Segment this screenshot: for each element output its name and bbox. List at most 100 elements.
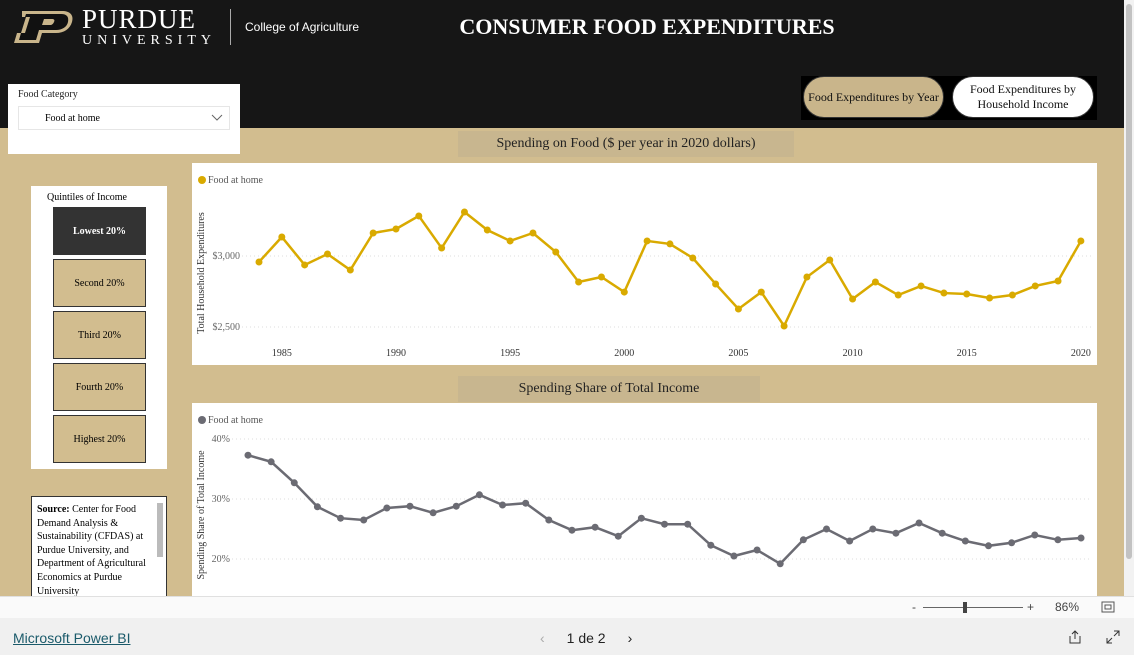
chevron-down-icon <box>211 114 223 121</box>
dropdown-value: Food at home <box>45 112 100 124</box>
source-note: Source: Center for Food Demand Analysis … <box>31 496 167 596</box>
x-tick-label: 1985 <box>272 348 292 359</box>
zoom-in-button[interactable]: + <box>1027 600 1034 614</box>
data-point <box>894 291 902 299</box>
data-point <box>643 237 651 245</box>
data-point <box>346 266 354 274</box>
share-icon[interactable] <box>1068 630 1082 644</box>
data-point <box>892 529 900 537</box>
x-tick-label: 2000 <box>614 348 634 359</box>
data-point <box>1077 237 1085 245</box>
legend-marker <box>198 416 206 424</box>
data-point <box>938 529 946 537</box>
source-label: Source: <box>37 504 70 515</box>
data-point <box>917 282 925 290</box>
quintile-fourth[interactable]: Fourth 20% <box>53 363 146 411</box>
food-category-dropdown[interactable]: Food at home <box>18 106 230 130</box>
data-point <box>826 256 834 264</box>
y-tick-label: 30% <box>212 494 230 505</box>
data-point <box>776 560 784 568</box>
data-point <box>597 273 605 281</box>
slicer-label: Food Category <box>18 89 78 100</box>
data-point <box>392 225 400 233</box>
chart2-title: Spending Share of Total Income <box>458 376 760 402</box>
x-tick-label: 1995 <box>500 348 520 359</box>
pager: ‹ 1 de 2 › <box>540 630 632 646</box>
next-page-icon[interactable]: › <box>628 630 633 646</box>
data-point <box>575 278 583 286</box>
zoom-level: 86% <box>1055 600 1080 614</box>
data-point <box>406 502 414 510</box>
source-text: Center for Food Demand Analysis & Sustai… <box>37 504 146 596</box>
data-point <box>799 536 807 544</box>
data-point <box>684 520 692 528</box>
fullscreen-icon[interactable] <box>1106 630 1120 644</box>
data-point <box>506 237 514 245</box>
series-line <box>247 453 1082 566</box>
by-year-button[interactable]: Food Expenditures by Year <box>803 76 944 118</box>
y-tick-label: $3,000 <box>213 251 241 262</box>
quintile-third[interactable]: Third 20% <box>53 311 146 359</box>
data-point <box>415 212 423 220</box>
data-point <box>383 504 391 512</box>
data-point <box>1008 539 1016 547</box>
data-point <box>499 501 507 509</box>
by-income-button[interactable]: Food Expenditures by Household Income <box>952 76 1094 118</box>
quintile-label: Quintiles of Income <box>47 192 127 203</box>
report-canvas: PURDUE UNIVERSITY College of Agriculture … <box>0 0 1124 596</box>
data-point <box>255 258 263 266</box>
footer: - + 86% Microsoft Power BI ‹ 1 de 2 › <box>0 596 1134 655</box>
quintile-lowest[interactable]: Lowest 20% <box>53 207 146 255</box>
y-tick-label: 40% <box>212 434 230 445</box>
vertical-scrollbar[interactable] <box>1124 0 1134 596</box>
zoom-slider-thumb[interactable] <box>963 602 967 613</box>
data-point <box>460 208 468 216</box>
data-point <box>438 244 446 252</box>
data-point <box>869 525 877 533</box>
data-point <box>666 240 674 248</box>
quintile-second[interactable]: Second 20% <box>53 259 146 307</box>
data-point <box>278 233 286 241</box>
zoom-slider[interactable] <box>923 602 1023 613</box>
powerbi-link[interactable]: Microsoft Power BI <box>13 630 130 646</box>
data-point <box>961 537 969 545</box>
quintile-highest[interactable]: Highest 20% <box>53 415 146 463</box>
data-point <box>757 288 765 296</box>
data-point <box>267 458 275 466</box>
data-point <box>429 509 437 517</box>
quintile-selector: Quintiles of Income Lowest 20% Second 20… <box>31 186 167 469</box>
data-point <box>730 552 738 560</box>
data-point <box>529 229 537 237</box>
data-point <box>915 519 923 527</box>
data-point <box>591 523 599 531</box>
data-point <box>753 546 761 554</box>
data-point <box>734 305 742 313</box>
data-point <box>1054 277 1062 285</box>
data-point <box>1008 291 1016 299</box>
x-tick-label: 1990 <box>386 348 406 359</box>
data-point <box>620 288 628 296</box>
x-tick-label: 2010 <box>843 348 863 359</box>
data-point <box>963 290 971 298</box>
source-scrollbar[interactable] <box>157 503 163 557</box>
data-point <box>803 273 811 281</box>
data-point <box>823 525 830 533</box>
legend-label: Food at home <box>208 415 264 426</box>
page-nav: Food Expenditures by Year Food Expenditu… <box>801 76 1097 120</box>
page-indicator: 1 de 2 <box>566 630 606 646</box>
scrollbar-thumb[interactable] <box>1126 4 1132 559</box>
chart1-title: Spending on Food ($ per year in 2020 dol… <box>458 131 794 157</box>
data-point <box>1031 531 1039 539</box>
data-point <box>360 516 368 524</box>
y-axis-label: Spending Share of Total Income <box>196 450 207 580</box>
prev-page-icon[interactable]: ‹ <box>540 630 545 646</box>
fit-to-page-icon[interactable] <box>1101 601 1115 613</box>
zoom-out-button[interactable]: - <box>912 600 916 614</box>
x-tick-label: 2015 <box>957 348 977 359</box>
data-point <box>707 541 715 549</box>
data-point <box>301 261 309 269</box>
food-category-slicer: Food Category Food at home <box>8 84 240 154</box>
data-point <box>323 250 331 258</box>
legend-marker <box>198 176 206 184</box>
share-chart: Food at home Spending Share of Total Inco… <box>192 403 1097 596</box>
